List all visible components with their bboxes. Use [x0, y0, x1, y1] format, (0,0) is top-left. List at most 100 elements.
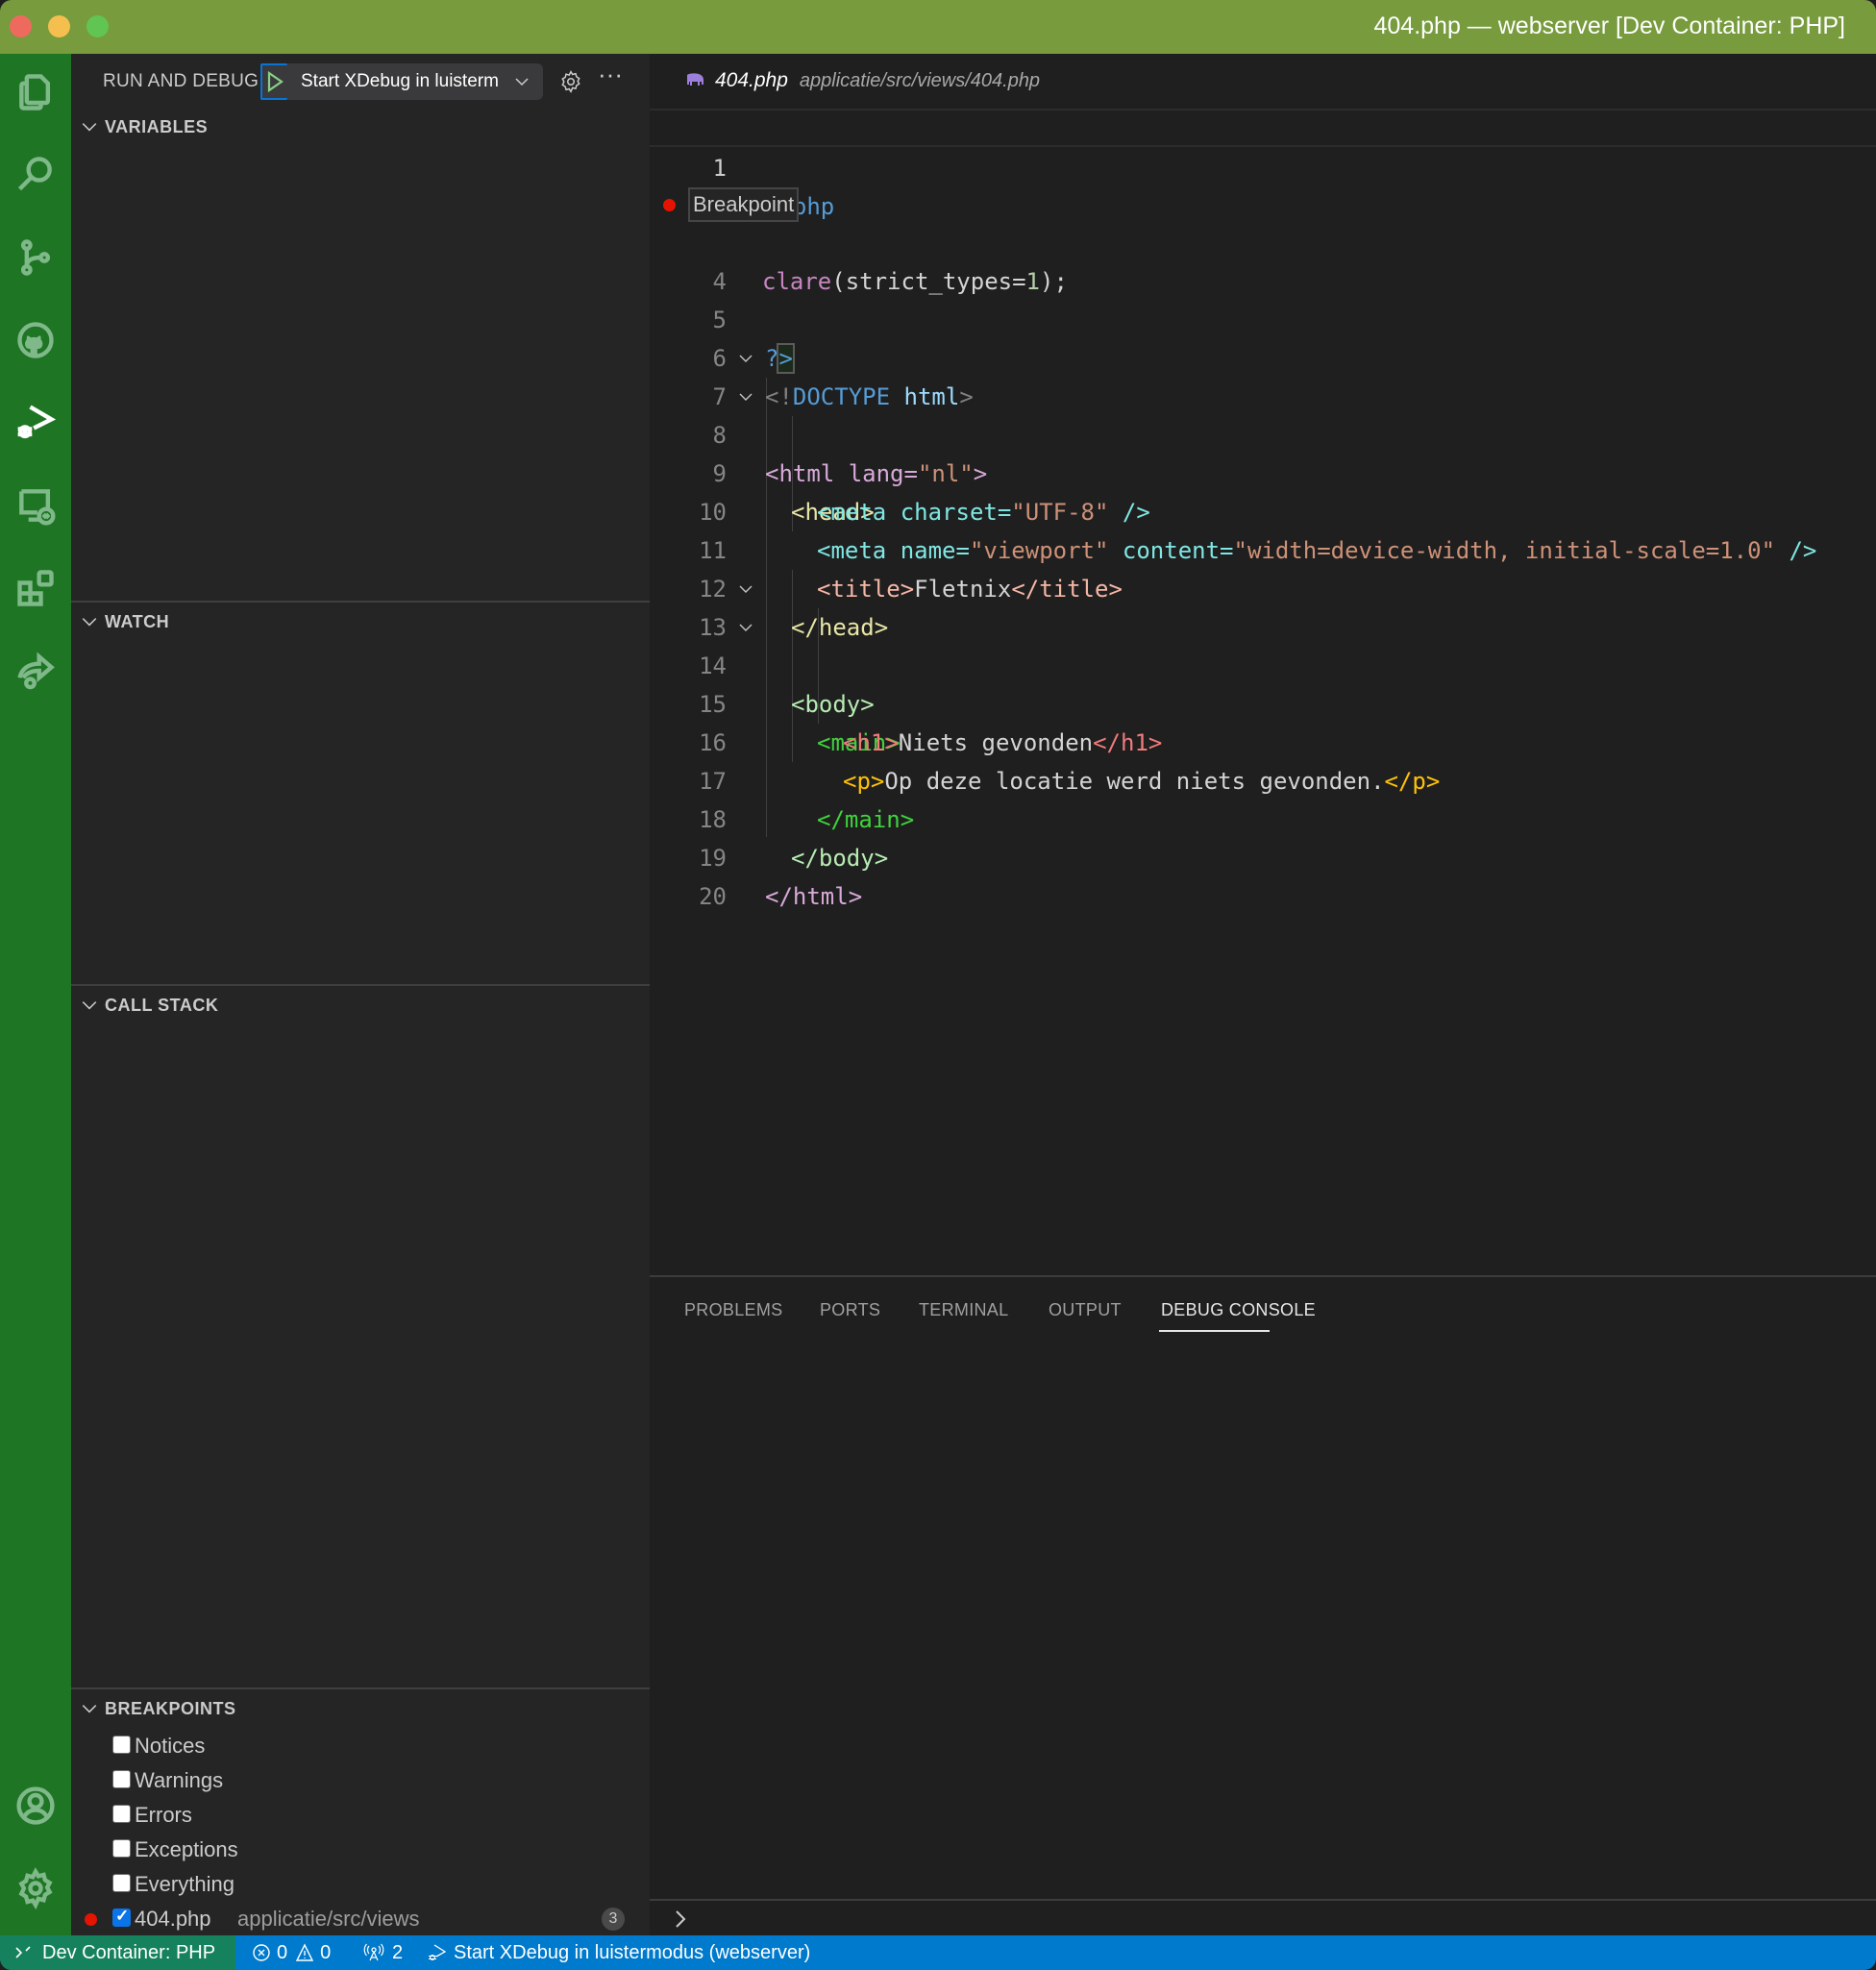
- console-input-divider: [650, 1899, 1876, 1901]
- debug-config-status[interactable]: Start XDebug in luistermodus (webserver): [427, 1935, 810, 1970]
- breakpoint-path: applicatie/src/views: [237, 1907, 420, 1931]
- fold-chevron-icon[interactable]: [738, 620, 753, 635]
- code-line[interactable]: 1 <?php: [650, 109, 1876, 222]
- more-actions-button[interactable]: ···: [594, 62, 627, 94]
- code-line[interactable]: 10 <meta name="viewport" content="width=…: [650, 455, 1876, 564]
- open-launch-json-button[interactable]: [555, 65, 587, 98]
- title-bar: 404.php — webserver [Dev Container: PHP]: [0, 0, 1876, 54]
- tab-ports[interactable]: PORTS: [820, 1300, 880, 1320]
- run-and-debug-sidebar: RUN AND DEBUG Start XDebug in luisterm ·…: [71, 54, 650, 1935]
- search-icon[interactable]: [12, 151, 60, 199]
- window-close-button[interactable]: [10, 15, 32, 37]
- breakpoint-item-notices[interactable]: Notices: [71, 1728, 650, 1762]
- code-line[interactable]: 12 </head>: [650, 531, 1876, 641]
- remote-explorer-icon[interactable]: [12, 481, 60, 529]
- code-line[interactable]: 18 </body>: [650, 762, 1876, 872]
- php-elephant-icon: [687, 73, 704, 86]
- ports-count: 2: [392, 1941, 404, 1963]
- breadcrumb-file[interactable]: 404.php: [715, 69, 788, 92]
- fold-chevron-icon[interactable]: [738, 581, 753, 597]
- variables-section-header[interactable]: VARIABLES: [71, 108, 650, 146]
- tab-output[interactable]: OUTPUT: [1049, 1300, 1122, 1320]
- breakpoint-item-warnings[interactable]: Warnings: [71, 1762, 650, 1797]
- code-line[interactable]: 5 ?>: [650, 262, 1876, 374]
- code-line[interactable]: clare(strict_types=1); Breakpoint: [650, 185, 1876, 295]
- explorer-icon[interactable]: [12, 68, 60, 116]
- breakpoint-label: Errors: [135, 1803, 192, 1827]
- chevron-down-icon: [82, 1705, 97, 1713]
- breakpoint-item-exceptions[interactable]: Exceptions: [71, 1832, 650, 1866]
- code-line[interactable]: 15 <h1>Niets gevonden</h1>: [650, 647, 1876, 756]
- breakpoint-item-errors[interactable]: Errors: [71, 1797, 650, 1832]
- github-icon[interactable]: [12, 316, 60, 364]
- checkbox[interactable]: [112, 1907, 131, 1927]
- breakpoint-label: Warnings: [135, 1768, 224, 1792]
- code-line[interactable]: 2: [650, 147, 1876, 218]
- code-line[interactable]: 7 <html lang="nl">: [650, 339, 1876, 487]
- start-debugging-button[interactable]: [260, 63, 287, 100]
- checkbox[interactable]: [112, 1770, 131, 1788]
- code-line[interactable]: 8 <head>: [650, 378, 1876, 526]
- manage-gear-icon[interactable]: [12, 1864, 60, 1912]
- breakpoint-tooltip: Breakpoint: [688, 187, 800, 222]
- remote-indicator[interactable]: Dev Container: PHP: [0, 1935, 235, 1970]
- code-line[interactable]: 6 <!DOCTYPE html>: [650, 301, 1876, 410]
- checkbox[interactable]: [112, 1839, 131, 1858]
- ports-status[interactable]: 2: [363, 1935, 403, 1970]
- tab-debug-console[interactable]: DEBUG CONSOLE: [1161, 1300, 1316, 1320]
- chevron-down-icon: [515, 78, 529, 86]
- code-line[interactable]: 20: [650, 839, 1876, 910]
- active-tab-indicator: [1159, 1330, 1270, 1332]
- code-token: </html>: [765, 883, 863, 910]
- breakpoints-section-header[interactable]: BREAKPOINTS: [71, 1689, 650, 1728]
- breakpoints-section-label: BREAKPOINTS: [105, 1698, 236, 1718]
- editor[interactable]: 404.php applicatie/src/views/404.php 1 <…: [650, 54, 1876, 1275]
- fold-chevron-icon[interactable]: [738, 389, 753, 405]
- checkbox[interactable]: [112, 1874, 131, 1892]
- remote-icon: [15, 1946, 31, 1958]
- breakpoint-dot-icon[interactable]: [663, 199, 676, 211]
- code-line[interactable]: 19 </html>: [650, 800, 1876, 910]
- chevron-down-icon: [82, 618, 97, 627]
- debug-config-label: Start XDebug in luistermodus (webserver): [454, 1941, 811, 1963]
- breakpoint-item-404-php[interactable]: 404.php applicatie/src/views 3: [71, 1901, 650, 1935]
- source-control-icon[interactable]: [12, 234, 60, 282]
- variables-section-label: VARIABLES: [105, 116, 209, 136]
- chevron-down-icon: [82, 1001, 97, 1010]
- code-line[interactable]: 17 </main>: [650, 724, 1876, 833]
- tab-problems[interactable]: PROBLEMS: [684, 1300, 782, 1320]
- line-number[interactable]: 20: [650, 877, 727, 916]
- call-stack-section-header[interactable]: CALL STACK: [71, 986, 650, 1024]
- checkbox[interactable]: [112, 1736, 131, 1754]
- watch-section-header[interactable]: WATCH: [71, 603, 650, 641]
- debug-icon: [429, 1944, 447, 1961]
- code-line[interactable]: 4: [650, 224, 1876, 295]
- extensions-icon[interactable]: [12, 564, 60, 612]
- window-maximize-button[interactable]: [86, 15, 109, 37]
- warning-count: 0: [320, 1941, 332, 1963]
- run-and-debug-icon[interactable]: [12, 399, 60, 447]
- error-count: 0: [277, 1941, 288, 1963]
- breadcrumb: 404.php applicatie/src/views/404.php: [684, 69, 1040, 92]
- launch-configuration-dropdown[interactable]: Start XDebug in luisterm: [260, 63, 543, 100]
- code-line[interactable]: 14 <main>: [650, 608, 1876, 756]
- breakpoint-file: 404.php: [135, 1907, 211, 1931]
- code-line[interactable]: 13 <body>: [650, 570, 1876, 718]
- code-line[interactable]: 16 <p>Op deze locatie werd niets gevonde…: [650, 685, 1876, 795]
- tab-terminal[interactable]: TERMINAL: [919, 1300, 1008, 1320]
- code-line[interactable]: 11 <title>Fletnix</title>: [650, 493, 1876, 603]
- account-icon[interactable]: [12, 1782, 60, 1830]
- broadcast-icon: [363, 1943, 384, 1961]
- breakpoint-dot-icon: [85, 1913, 97, 1926]
- code-line[interactable]: 9 <meta charset="UTF-8" />: [650, 416, 1876, 526]
- breakpoint-item-everything[interactable]: Everything: [71, 1866, 650, 1901]
- fold-chevron-icon[interactable]: [738, 351, 753, 366]
- problems-status[interactable]: 0 0: [252, 1935, 331, 1970]
- call-stack-section-label: CALL STACK: [105, 995, 219, 1015]
- activity-bar: [0, 54, 71, 1935]
- breadcrumb-path[interactable]: applicatie/src/views/404.php: [800, 70, 1040, 92]
- window-minimize-button[interactable]: [48, 15, 70, 37]
- chevron-right-icon: [676, 1910, 686, 1928]
- checkbox[interactable]: [112, 1805, 131, 1823]
- live-share-icon[interactable]: [12, 647, 60, 695]
